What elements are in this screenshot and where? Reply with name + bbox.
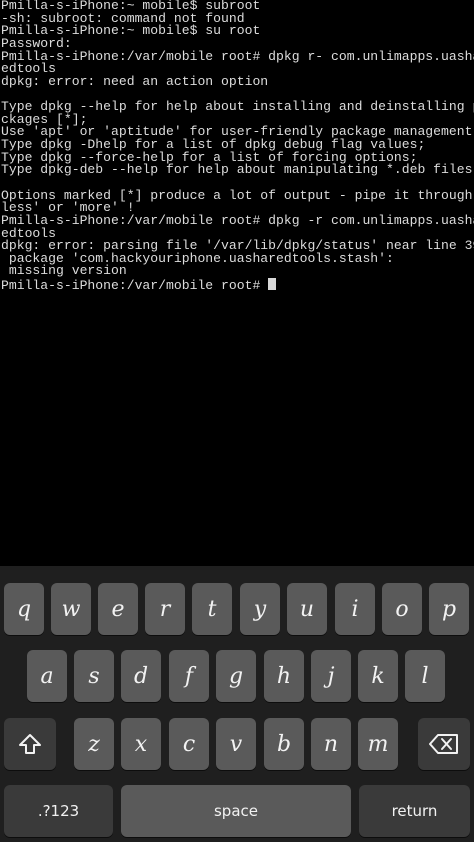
key-e[interactable]: e xyxy=(98,583,138,635)
on-screen-keyboard: q w e r t y u i o p a s d f g h j k l z … xyxy=(0,566,474,842)
terminal-line: missing version xyxy=(1,263,127,279)
key-s[interactable]: s xyxy=(74,650,114,702)
key-c[interactable]: c xyxy=(169,718,209,770)
backspace-icon xyxy=(429,734,458,754)
key-q[interactable]: q xyxy=(4,583,44,635)
terminal-line: Pmilla-s-iPhone:/var/mobile root# dpkg -… xyxy=(1,212,474,228)
key-a[interactable]: a xyxy=(27,650,67,702)
key-m[interactable]: m xyxy=(358,718,398,770)
terminal-output[interactable]: Pmilla-s-iPhone:~ mobile$ subroot -sh: s… xyxy=(0,0,474,566)
key-y[interactable]: y xyxy=(240,583,280,635)
numbers-key[interactable]: .?123 xyxy=(4,785,113,837)
key-z[interactable]: z xyxy=(74,718,114,770)
key-o[interactable]: o xyxy=(382,583,422,635)
key-r[interactable]: r xyxy=(145,583,185,635)
text-cursor xyxy=(268,278,277,291)
terminal-line: dpkg: error: need an action option xyxy=(1,73,269,89)
key-k[interactable]: k xyxy=(358,650,398,702)
key-x[interactable]: x xyxy=(121,718,161,770)
key-b[interactable]: b xyxy=(264,718,304,770)
key-i[interactable]: i xyxy=(335,583,375,635)
shift-key[interactable] xyxy=(4,718,56,770)
key-j[interactable]: j xyxy=(311,650,351,702)
key-p[interactable]: p xyxy=(429,583,469,635)
shift-arrow-icon xyxy=(19,734,41,754)
key-f[interactable]: f xyxy=(169,650,209,702)
key-d[interactable]: d xyxy=(121,650,161,702)
terminal-line: Type dpkg-deb --help for help about mani… xyxy=(1,162,474,178)
terminal-prompt: Pmilla-s-iPhone:/var/mobile root# xyxy=(1,278,269,294)
terminal-line: Pmilla-s-iPhone:/var/mobile root# dpkg r… xyxy=(1,48,474,64)
terminal-line: Pmilla-s-iPhone:~ mobile$ su root xyxy=(1,23,261,39)
key-u[interactable]: u xyxy=(287,583,327,635)
key-h[interactable]: h xyxy=(264,650,304,702)
key-g[interactable]: g xyxy=(216,650,256,702)
key-v[interactable]: v xyxy=(216,718,256,770)
terminal-prompt-line[interactable]: Pmilla-s-iPhone:/var/mobile root# xyxy=(1,278,474,294)
space-bar[interactable]: space xyxy=(121,785,351,837)
key-n[interactable]: n xyxy=(311,718,351,770)
backspace-key[interactable] xyxy=(418,718,470,770)
key-t[interactable]: t xyxy=(192,583,232,635)
return-key[interactable]: return xyxy=(359,785,470,837)
key-l[interactable]: l xyxy=(405,650,445,702)
key-w[interactable]: w xyxy=(51,583,91,635)
